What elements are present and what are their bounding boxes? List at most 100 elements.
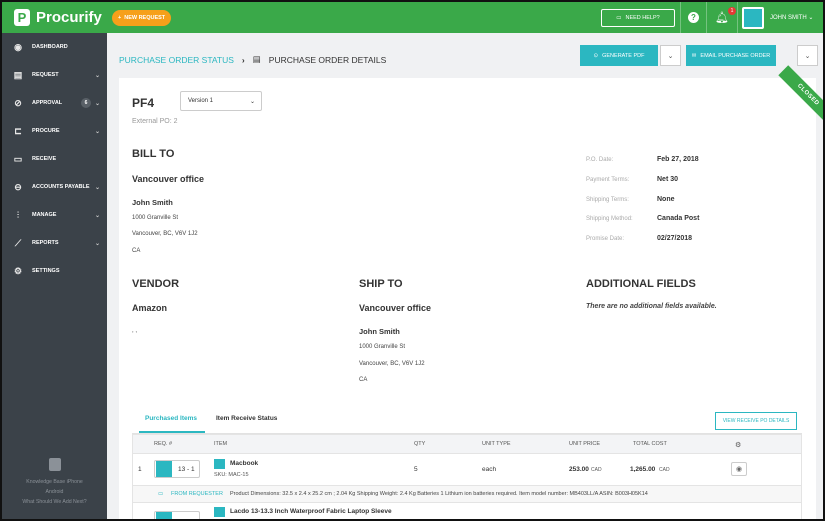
avatar[interactable]	[742, 7, 764, 29]
item-thumbnail-icon	[214, 459, 225, 469]
sidebar-item-request[interactable]: ▤ REQUEST ⌄	[2, 61, 107, 89]
item-name[interactable]: Macbook	[230, 460, 258, 467]
promise-date-label: Promise Date:	[586, 236, 625, 242]
item-sku: SKU: MAC-15	[214, 472, 249, 478]
po-number: PF4	[132, 96, 155, 110]
user-menu[interactable]: JOHN SMITH ⌄	[770, 14, 813, 21]
eye-icon[interactable]: ◉	[731, 462, 747, 476]
item-unit-type: each	[482, 466, 497, 473]
chevron-down-icon: ⌄	[94, 72, 100, 79]
footer-feedback-link[interactable]: What Should We Add Next?	[2, 497, 107, 507]
tab-item-receive-status[interactable]: Item Receive Status	[216, 415, 277, 422]
column-header: UNIT PRICE	[569, 441, 601, 447]
new-request-button[interactable]: + NEW REQUEST	[112, 10, 172, 26]
unit-price-currency: CAD	[591, 467, 602, 473]
bill-to-street: 1000 Granville St	[132, 215, 179, 221]
generate-pdf-dropdown[interactable]: ⌄	[660, 45, 681, 66]
truck-icon: ▭	[13, 153, 23, 164]
gear-icon[interactable]: ⚙︎	[735, 441, 741, 449]
sidebar-item-label: REPORTS	[32, 240, 59, 246]
document-icon: ▤	[252, 54, 261, 64]
procurify-logo[interactable]: P Procurify	[14, 9, 102, 26]
chevron-down-icon: ⌄	[94, 184, 100, 191]
chat-icon: ▭	[158, 491, 164, 497]
chevron-down-icon: ⌄	[249, 98, 255, 105]
email-po-dropdown[interactable]: ⌄	[797, 45, 818, 66]
topbar-divider	[680, 2, 681, 33]
sidebar-item-procure[interactable]: ⊏ PROCURE ⌄	[2, 117, 107, 145]
email-po-button[interactable]: ✉︎ EMAIL PURCHASE ORDER	[686, 45, 776, 66]
table-header: REQ. # ITEM QTY UNIT TYPE UNIT PRICE TOT…	[132, 434, 802, 454]
tab-purchased-items[interactable]: Purchased Items	[145, 415, 197, 422]
sidebar-item-label: ACCOUNTS PAYABLE	[32, 184, 90, 190]
shipping-terms-label: Shipping Terms:	[586, 197, 629, 203]
need-help-button[interactable]: ▭ NEED HELP?	[601, 9, 675, 27]
vendor-title: VENDOR	[132, 278, 180, 290]
view-receive-po-details-button[interactable]: VIEW RECEIVE PO DETAILS	[715, 412, 797, 430]
procurify-logo-icon: P	[14, 9, 30, 26]
table-row: Lacdo 13-13.3 Inch Waterproof Fabric Lap…	[132, 503, 802, 519]
sidebar-item-settings[interactable]: ⚙︎ SETTINGS	[2, 257, 107, 285]
payment-terms-value: Net 30	[657, 176, 679, 183]
shipping-method-value: Canada Post	[657, 215, 700, 222]
req-number-link[interactable]: 13 - 1	[154, 460, 200, 478]
footer-links-row[interactable]: Knowledge Base iPhone	[2, 477, 107, 487]
requester-note-text: Product Dimensions: 32.5 x 2.4 x 25.2 cm…	[230, 491, 648, 497]
req-number-link[interactable]	[154, 511, 200, 519]
avatar-image	[744, 9, 762, 27]
breadcrumb: PURCHASE ORDER STATUS › ▤ PURCHASE ORDER…	[119, 54, 386, 65]
bill-to-country: CA	[132, 248, 141, 254]
ship-to-street: 1000 Granville St	[359, 344, 406, 350]
bill-to-name: John Smith	[132, 198, 173, 207]
version-select[interactable]: Version 1 ⌄	[180, 91, 262, 111]
breadcrumb-parent-link[interactable]: PURCHASE ORDER STATUS	[119, 55, 234, 65]
app-window: P Procurify + NEW REQUEST ▭ NEED HELP? ?…	[0, 0, 825, 521]
chevron-down-icon: ⌄	[94, 128, 100, 135]
sidebar-item-approval[interactable]: ⊘ APPROVAL 6 ⌄	[2, 89, 107, 117]
sidebar-item-label: DASHBOARD	[32, 44, 68, 50]
check-circle-icon: ⊘	[14, 97, 22, 108]
sidebar-item-reports[interactable]: ⟋ REPORTS ⌄	[2, 229, 107, 257]
email-po-label: EMAIL PURCHASE ORDER	[700, 52, 771, 59]
dollar-icon: ⊖	[14, 181, 22, 192]
item-name[interactable]: Lacdo 13-13.3 Inch Waterproof Fabric Lap…	[230, 508, 392, 515]
item-unit-price: 253.00	[569, 466, 589, 473]
payment-terms-label: Payment Terms:	[586, 177, 630, 183]
user-name: JOHN SMITH	[770, 15, 807, 21]
version-select-value: Version 1	[188, 98, 214, 104]
ship-to-city: Vancouver, BC, V6V 1J2	[359, 361, 425, 367]
cart-icon: ⊏	[14, 125, 22, 136]
vendor-detail: , ,	[132, 328, 138, 334]
procurify-small-logo-icon	[48, 458, 61, 471]
email-icon: ✉︎	[691, 52, 697, 59]
sidebar-item-manage[interactable]: ⫶ MANAGE ⌄	[2, 201, 107, 229]
from-requester-label: FROM REQUESTER	[171, 491, 223, 497]
sidebar-item-label: APPROVAL	[32, 100, 63, 106]
promise-date-value: 02/27/2018	[657, 235, 693, 242]
sidebar-item-dashboard[interactable]: ◉ DASHBOARD	[2, 33, 107, 61]
item-qty: 5	[414, 466, 418, 473]
sidebar-item-label: PROCURE	[32, 128, 60, 134]
req-number: 13 - 1	[178, 465, 195, 473]
topbar-divider	[706, 2, 707, 33]
bell-icon[interactable]: 🔔︎	[715, 11, 729, 24]
sliders-icon: ⫶	[16, 209, 20, 220]
ship-to-name: John Smith	[359, 327, 400, 336]
help-icon[interactable]: ?	[688, 12, 699, 23]
generate-pdf-button[interactable]: ⊙ GENERATE PDF	[580, 45, 658, 66]
sidebar-item-accounts-payable[interactable]: ⊖ ACCOUNTS PAYABLE ⌄	[2, 173, 107, 201]
column-header: QTY	[414, 441, 426, 447]
breadcrumb-current: PURCHASE ORDER DETAILS	[268, 54, 387, 65]
sidebar-item-label: RECEIVE	[32, 156, 57, 162]
external-po: External PO: 2	[132, 118, 178, 125]
chevron-right-icon: ›	[241, 54, 245, 65]
notification-badge: 1	[728, 7, 736, 15]
sidebar-item-receive[interactable]: ▭ RECEIVE	[2, 145, 107, 173]
table-row: 1 13 - 1 Macbook SKU: MAC-15 5 each 253.…	[132, 454, 802, 486]
footer-android-link[interactable]: Android	[2, 487, 107, 497]
document-icon	[156, 461, 172, 477]
chevron-down-icon: ⌄	[94, 212, 100, 219]
bill-to-city: Vancouver, BC, V6V 1J2	[132, 231, 198, 237]
chart-icon: ⟋	[14, 237, 22, 248]
ship-to-office: Vancouver office	[359, 303, 432, 313]
